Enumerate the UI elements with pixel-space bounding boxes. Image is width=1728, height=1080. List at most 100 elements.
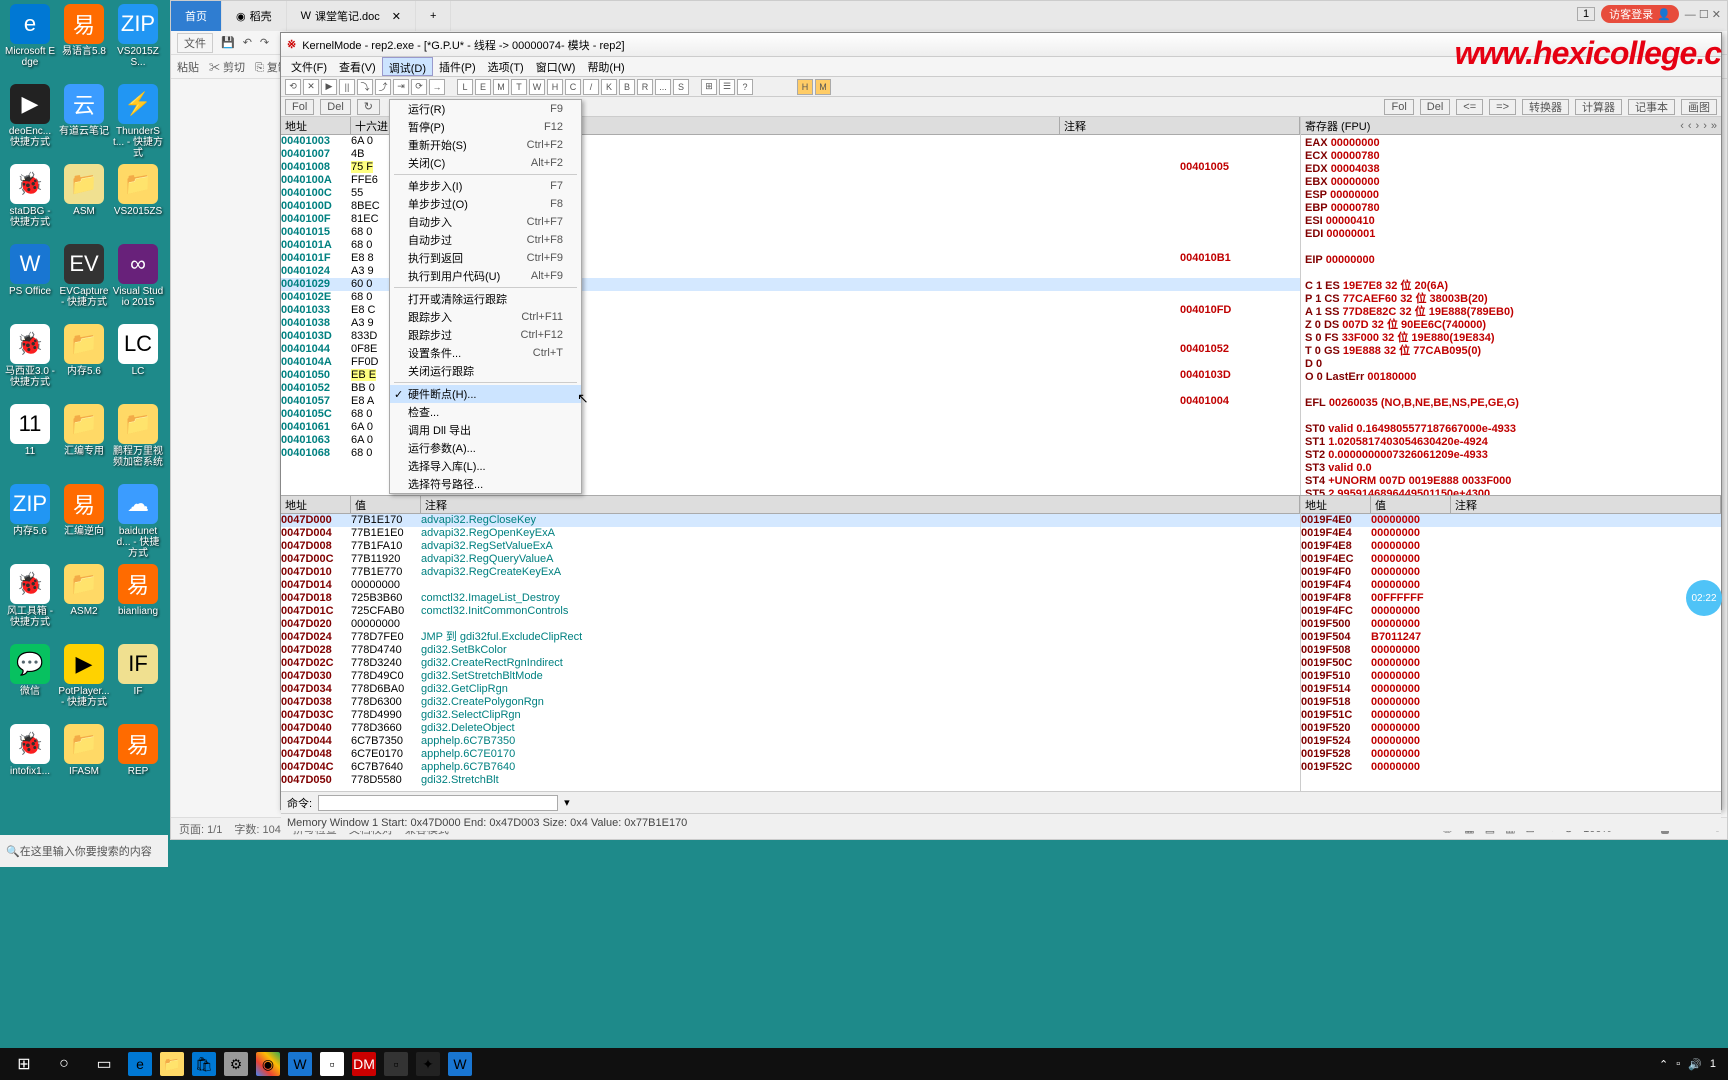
menu-item[interactable]: 查看(V) [333, 57, 382, 76]
stack-row[interactable]: 0019F51000000000 [1301, 670, 1721, 683]
cut-button[interactable]: ✂ 剪切 [209, 59, 245, 75]
save-icon[interactable]: 💾 [221, 36, 235, 49]
dump-col-val[interactable]: 值 [351, 496, 421, 513]
menu-item[interactable]: 关闭运行跟踪 [390, 362, 581, 380]
dump-row[interactable]: 0047D034778D6BA0gdi32.GetClipRgn [281, 683, 1300, 696]
panel-button-C[interactable]: C [565, 79, 581, 95]
start-button[interactable]: ⊞ [4, 1048, 44, 1080]
stack-col-comment[interactable]: 注释 [1451, 496, 1721, 513]
menu-item[interactable]: 调试(D) [382, 57, 433, 76]
tb2-del[interactable]: Del [320, 99, 351, 115]
desktop-icon[interactable]: 🐞intofix1... [4, 724, 56, 802]
hm-button-M[interactable]: M [815, 79, 831, 95]
new-tab-button[interactable]: + [416, 1, 451, 31]
menu-item[interactable]: ✓硬件断点(H)... [390, 385, 581, 403]
desktop-search[interactable]: 🔍 在这里输入你要搜索的内容 [0, 835, 168, 867]
menu-item[interactable]: 跟踪步入Ctrl+F11 [390, 308, 581, 326]
menu-item[interactable]: 设置条件...Ctrl+T [390, 344, 581, 362]
toolbar-button[interactable]: ☰ [719, 79, 735, 95]
desktop-icon[interactable]: 🐞马西亚3.0 - 快捷方式 [4, 324, 56, 402]
menu-item[interactable]: 单步步过(O)F8 [390, 195, 581, 213]
stack-row[interactable]: 0019F504B7011247 [1301, 631, 1721, 644]
nav-left-icon[interactable]: ‹ [1680, 120, 1684, 132]
desktop-icon[interactable]: 易汇编逆向 [58, 484, 110, 562]
dump-row[interactable]: 0047D01C725CFAB0comctl32.InitCommonContr… [281, 605, 1300, 618]
tb2-fol3[interactable]: Fol [1384, 99, 1413, 115]
desktop-icon[interactable]: ZIP内存5.6 [4, 484, 56, 562]
menu-item[interactable]: 选择导入库(L)... [390, 457, 581, 475]
file-menu[interactable]: 文件 [177, 33, 213, 53]
menu-item[interactable]: 执行到返回Ctrl+F9 [390, 249, 581, 267]
toolbar-button[interactable]: → [429, 79, 445, 95]
search-button[interactable]: ○ [44, 1048, 84, 1080]
dump-row[interactable]: 0047D00C77B11920advapi32.RegQueryValueA [281, 553, 1300, 566]
desktop-icon[interactable]: 易REP [112, 724, 164, 802]
timer-bubble[interactable]: 02:22 [1686, 580, 1722, 616]
wps-tab[interactable]: 首页 [171, 1, 222, 31]
panel-button-S[interactable]: S [673, 79, 689, 95]
tb2-next[interactable]: => [1489, 99, 1516, 115]
desktop-icon[interactable]: 📁IFASM [58, 724, 110, 802]
dump-row[interactable]: 0047D038778D6300gdi32.CreatePolygonRgn [281, 696, 1300, 709]
menu-item[interactable]: 插件(P) [433, 57, 482, 76]
nav-end-icon[interactable]: » [1711, 120, 1717, 132]
hm-button-H[interactable]: H [797, 79, 813, 95]
stack-row[interactable]: 0019F4E000000000 [1301, 514, 1721, 527]
tray-time[interactable]: 1 [1710, 1058, 1716, 1070]
stack-row[interactable]: 0019F50800000000 [1301, 644, 1721, 657]
stack-row[interactable]: 0019F4E800000000 [1301, 540, 1721, 553]
panel-button-...[interactable]: ... [655, 79, 671, 95]
menu-item[interactable]: 选项(T) [482, 57, 530, 76]
stack-row[interactable]: 0019F52400000000 [1301, 735, 1721, 748]
menu-item[interactable]: 运行参数(A)... [390, 439, 581, 457]
dump-row[interactable]: 0047D04C6C7B7640apphelp.6C7B7640 [281, 761, 1300, 774]
desktop-icon[interactable]: 📁鹏程万里视频加密系统 [112, 404, 164, 482]
tb2-converter[interactable]: 转换器 [1522, 99, 1569, 115]
dump-row[interactable]: 0047D01400000000 [281, 579, 1300, 592]
wps-tab[interactable]: W课堂笔记.doc✕ [287, 1, 416, 31]
stack-row[interactable]: 0019F52C00000000 [1301, 761, 1721, 774]
dump-col-addr[interactable]: 地址 [281, 496, 351, 513]
menu-item[interactable]: 跟踪步过Ctrl+F12 [390, 326, 581, 344]
dump-row[interactable]: 0047D028778D4740gdi32.SetBkColor [281, 644, 1300, 657]
tb-wps-icon[interactable]: W [288, 1052, 312, 1076]
toolbar-button[interactable]: ? [737, 79, 753, 95]
tray-net-icon[interactable]: ▫ [1676, 1058, 1680, 1070]
dump-col-comment[interactable]: 注释 [421, 496, 1300, 513]
panel-button-R[interactable]: R [637, 79, 653, 95]
panel-button-/[interactable]: / [583, 79, 599, 95]
dump-rows[interactable]: 0047D00077B1E170advapi32.RegCloseKey 0047… [281, 514, 1300, 791]
dump-row[interactable]: 0047D00077B1E170advapi32.RegCloseKey [281, 514, 1300, 527]
stack-col-val[interactable]: 值 [1371, 496, 1451, 513]
tb-app2-icon[interactable]: ▫ [384, 1052, 408, 1076]
taskview-button[interactable]: ▭ [84, 1048, 124, 1080]
stack-rows[interactable]: 0019F4E0000000000019F4E4000000000019F4E8… [1301, 514, 1721, 791]
command-input[interactable] [318, 795, 558, 811]
undo-icon[interactable]: ↶ [243, 36, 252, 49]
panel-button-T[interactable]: T [511, 79, 527, 95]
toolbar-button[interactable]: ⟳ [411, 79, 427, 95]
toolbar-button[interactable]: ⇥ [393, 79, 409, 95]
dump-row[interactable]: 0047D0446C7B7350apphelp.6C7B7350 [281, 735, 1300, 748]
menu-item[interactable]: 选择符号路径... [390, 475, 581, 493]
dump-row[interactable]: 0047D018725B3B60comctl32.ImageList_Destr… [281, 592, 1300, 605]
desktop-icon[interactable]: 📁ASM2 [58, 564, 110, 642]
col-comment[interactable]: 注释 [1060, 117, 1300, 134]
wps-tab[interactable]: ◉稻壳 [222, 1, 287, 31]
tb2-prev[interactable]: <= [1456, 99, 1483, 115]
menu-item[interactable]: 自动步过Ctrl+F8 [390, 231, 581, 249]
desktop-icon[interactable]: 易易语言5.8 [58, 4, 110, 82]
menu-item[interactable]: 重新开始(S)Ctrl+F2 [390, 136, 581, 154]
tb-app3-icon[interactable]: ✦ [416, 1052, 440, 1076]
stack-row[interactable]: 0019F52000000000 [1301, 722, 1721, 735]
toolbar-button[interactable]: ⤵ [357, 79, 373, 95]
panel-button-K[interactable]: K [601, 79, 617, 95]
col-address[interactable]: 地址 [281, 117, 351, 134]
menu-item[interactable]: 帮助(H) [581, 57, 630, 76]
dump-row[interactable]: 0047D03C778D4990gdi32.SelectClipRgn [281, 709, 1300, 722]
stack-row[interactable]: 0019F4EC00000000 [1301, 553, 1721, 566]
menu-item[interactable]: 打开或清除运行跟踪 [390, 290, 581, 308]
tb2-refresh[interactable]: ↻ [357, 99, 380, 115]
stack-row[interactable]: 0019F52800000000 [1301, 748, 1721, 761]
desktop-icon[interactable]: LCLC [112, 324, 164, 402]
